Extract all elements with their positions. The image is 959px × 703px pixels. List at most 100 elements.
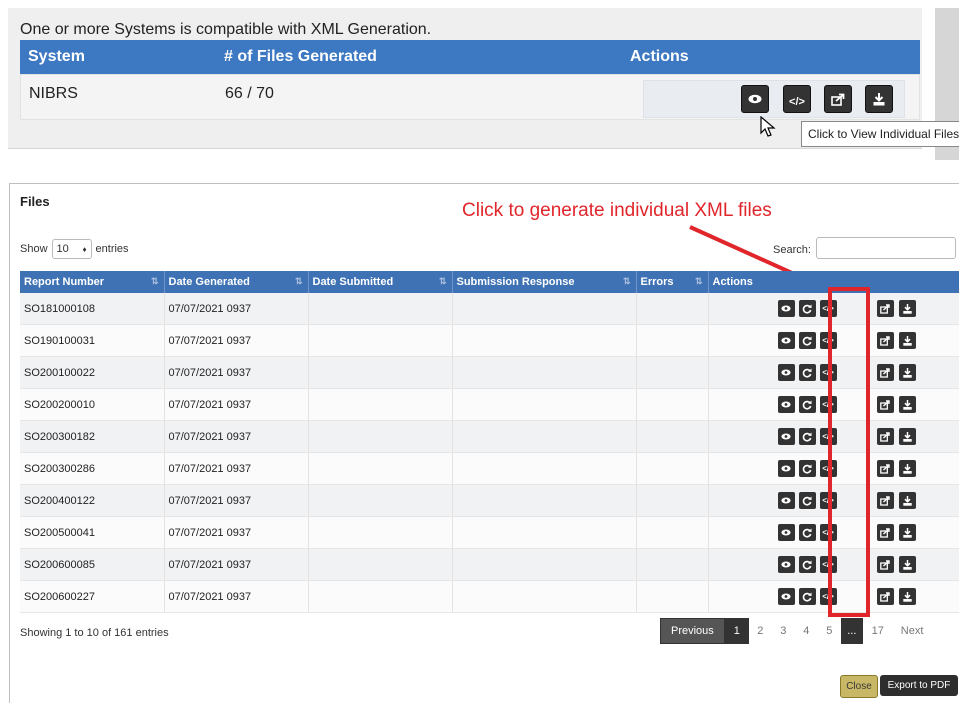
export-pdf-button[interactable]: Export to PDF xyxy=(880,675,958,696)
refresh-icon xyxy=(802,368,812,378)
download-button[interactable] xyxy=(898,492,916,509)
download-button[interactable] xyxy=(898,428,916,445)
column-submission-response[interactable]: Submission Response ⇅ xyxy=(452,271,637,293)
view-button[interactable] xyxy=(777,428,795,445)
report-number-cell: SO200200010 xyxy=(20,388,165,421)
view-button[interactable] xyxy=(777,300,795,317)
download-button[interactable] xyxy=(898,300,916,317)
generate-xml-button[interactable]: </> xyxy=(819,556,837,573)
regenerate-button[interactable] xyxy=(798,364,816,381)
column-date-submitted[interactable]: Date Submitted ⇅ xyxy=(308,271,453,293)
date-generated-cell: 07/07/2021 0937 xyxy=(164,516,309,549)
view-files-button[interactable] xyxy=(741,85,769,113)
date-generated-cell: 07/07/2021 0937 xyxy=(164,324,309,357)
column-report-number[interactable]: Report Number ⇅ xyxy=(20,271,165,293)
submit-button[interactable] xyxy=(876,428,894,445)
generate-xml-button[interactable]: </> xyxy=(819,588,837,605)
column-errors[interactable]: Errors ⇅ xyxy=(636,271,709,293)
generate-xml-button[interactable]: </> xyxy=(819,396,837,413)
files-table: Report Number ⇅ Date Generated ⇅ Date Subm… xyxy=(20,271,959,613)
entries-label: entries xyxy=(95,243,129,255)
eye-icon xyxy=(781,369,791,376)
submission-response-cell xyxy=(452,293,637,325)
view-button[interactable] xyxy=(777,332,795,349)
submit-button[interactable] xyxy=(876,364,894,381)
system-name: NIBRS xyxy=(29,85,78,102)
code-icon: </> xyxy=(822,336,834,345)
regenerate-button[interactable] xyxy=(798,588,816,605)
submit-button[interactable] xyxy=(876,460,894,477)
submit-button[interactable] xyxy=(876,588,894,605)
regenerate-button[interactable] xyxy=(798,460,816,477)
download-button[interactable] xyxy=(898,524,916,541)
column-date-generated[interactable]: Date Generated ⇅ xyxy=(164,271,309,293)
view-button[interactable] xyxy=(777,524,795,541)
refresh-icon xyxy=(802,560,812,570)
date-generated-cell: 07/07/2021 0937 xyxy=(164,356,309,389)
pagination-next[interactable]: Next xyxy=(893,618,932,644)
entries-select[interactable]: 10 ♦ xyxy=(51,239,92,259)
regenerate-button[interactable] xyxy=(798,524,816,541)
regenerate-button[interactable] xyxy=(798,492,816,509)
view-button[interactable] xyxy=(777,364,795,381)
refresh-icon xyxy=(802,496,812,506)
report-number-cell: SO200300286 xyxy=(20,452,165,485)
submit-button[interactable] xyxy=(876,524,894,541)
download-button[interactable] xyxy=(898,460,916,477)
generate-xml-button[interactable]: </> xyxy=(819,492,837,509)
view-button[interactable] xyxy=(777,460,795,477)
download-button[interactable] xyxy=(898,332,916,349)
view-button[interactable] xyxy=(777,588,795,605)
sort-caret-icon: ♦ xyxy=(82,244,87,254)
regenerate-button[interactable] xyxy=(798,428,816,445)
download-button[interactable] xyxy=(898,556,916,573)
download-button[interactable] xyxy=(898,396,916,413)
generate-xml-button[interactable]: </> xyxy=(819,364,837,381)
view-button[interactable] xyxy=(777,556,795,573)
generate-xml-button[interactable]: </> xyxy=(819,524,837,541)
regenerate-button[interactable] xyxy=(798,332,816,349)
pagination: Previous 1 2 3 4 5 ... 17 Next xyxy=(660,618,931,644)
download-button[interactable] xyxy=(898,364,916,381)
pagination-page-last[interactable]: 17 xyxy=(863,618,893,644)
generate-xml-button[interactable]: </> xyxy=(819,300,837,317)
regenerate-button[interactable] xyxy=(798,556,816,573)
download-icon xyxy=(902,431,912,442)
view-button[interactable] xyxy=(777,396,795,413)
refresh-icon xyxy=(802,528,812,538)
date-generated-cell: 07/07/2021 0937 xyxy=(164,548,309,581)
submit-button[interactable] xyxy=(876,300,894,317)
generate-xml-button[interactable]: </> xyxy=(819,428,837,445)
pagination-page-4[interactable]: 4 xyxy=(795,618,818,644)
submit-button[interactable] xyxy=(876,396,894,413)
code-icon: </> xyxy=(789,96,805,108)
submit-button[interactable] xyxy=(876,492,894,509)
errors-cell xyxy=(636,548,709,581)
regenerate-button[interactable] xyxy=(798,300,816,317)
generate-xml-button[interactable]: </> xyxy=(819,332,837,349)
submit-button[interactable] xyxy=(876,332,894,349)
systems-table: System # of Files Generated Actions NIBR… xyxy=(20,40,920,120)
submit-button[interactable] xyxy=(876,556,894,573)
download-button[interactable] xyxy=(865,85,893,113)
refresh-icon xyxy=(802,432,812,442)
search-input[interactable] xyxy=(816,237,956,259)
eye-icon xyxy=(781,561,791,568)
pagination-page-5[interactable]: 5 xyxy=(818,618,841,644)
pagination-page-3[interactable]: 3 xyxy=(772,618,795,644)
pagination-previous[interactable]: Previous xyxy=(660,618,725,644)
regenerate-button[interactable] xyxy=(798,396,816,413)
code-icon: </> xyxy=(822,528,834,537)
download-button[interactable] xyxy=(898,588,916,605)
sort-icon: ⇅ xyxy=(694,276,703,286)
pagination-page-2[interactable]: 2 xyxy=(749,618,772,644)
close-button[interactable]: Close xyxy=(840,675,878,698)
submit-button[interactable] xyxy=(824,85,852,113)
errors-cell xyxy=(636,324,709,357)
generate-xml-button[interactable]: </> xyxy=(783,85,811,113)
pagination-page-1[interactable]: 1 xyxy=(724,618,749,644)
generate-xml-button[interactable]: </> xyxy=(819,460,837,477)
view-button[interactable] xyxy=(777,492,795,509)
table-row: SO200400122 07/07/2021 0937 </> xyxy=(20,484,959,517)
show-label: Show xyxy=(20,243,48,255)
